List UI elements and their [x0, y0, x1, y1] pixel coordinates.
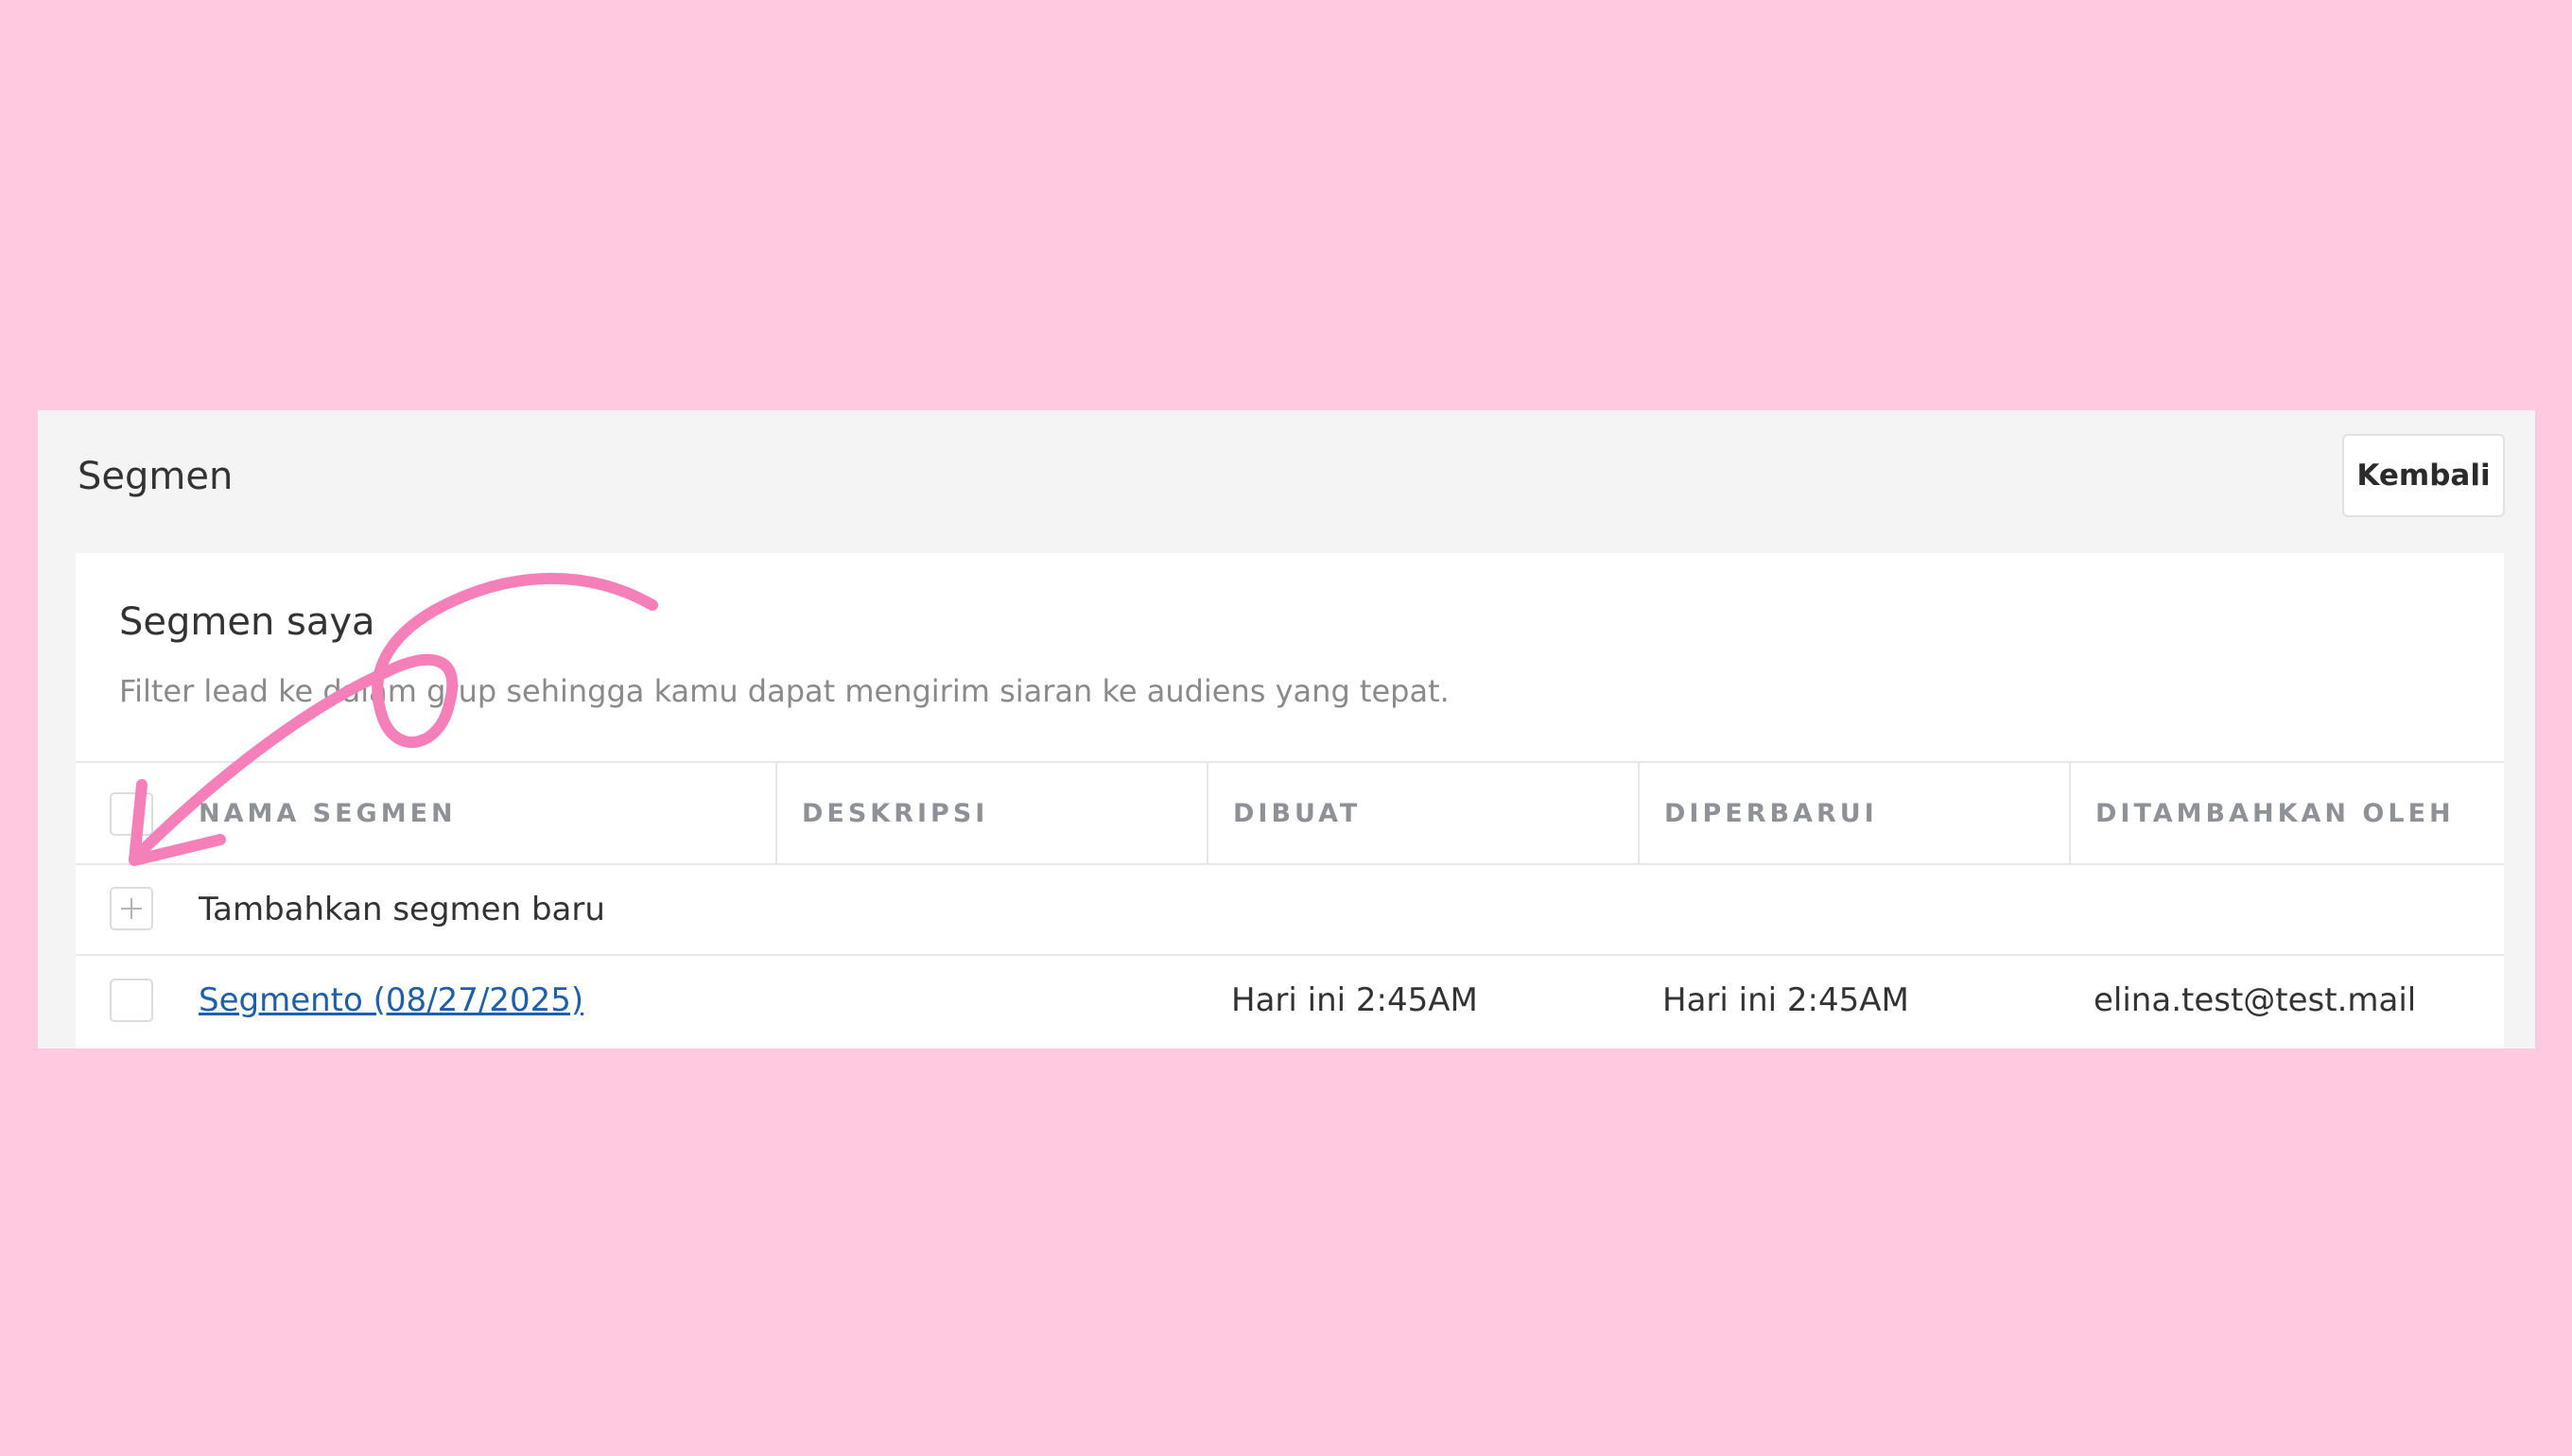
segment-name-link[interactable]: Segmento (08/27/2025)	[199, 981, 583, 1019]
column-header-added-by[interactable]: DITAMBAHKAN OLEH	[2069, 763, 2504, 863]
segments-card: Segmen saya Filter lead ke dalam grup se…	[76, 553, 2504, 1049]
segment-panel: Segmen Kembali Segmen saya Filter lead k…	[38, 410, 2535, 1049]
card-title: Segmen saya	[119, 600, 375, 644]
segment-added-by-cell: elina.test@test.mail	[2094, 981, 2417, 1019]
segments-table: NAMA SEGMEN DESKRIPSI DIBUAT DIPERBARUI …	[76, 761, 2504, 1045]
segment-updated-cell: Hari ini 2:45AM	[1662, 981, 1909, 1019]
segment-name-cell: Segmento (08/27/2025)	[199, 956, 775, 1045]
table-row: Segmento (08/27/2025) Hari ini 2:45AM Ha…	[76, 954, 2504, 1045]
page-title: Segmen	[78, 455, 234, 498]
column-header-name[interactable]: NAMA SEGMEN	[199, 763, 775, 863]
column-header-created[interactable]: DIBUAT	[1207, 763, 1638, 863]
segment-description-cell	[775, 956, 1207, 1045]
select-all-checkbox[interactable]	[110, 792, 153, 836]
add-segment-label[interactable]: Tambahkan segmen baru	[199, 865, 605, 954]
add-segment-row[interactable]: Tambahkan segmen baru	[76, 863, 2504, 954]
segment-created-cell: Hari ini 2:45AM	[1231, 981, 1478, 1019]
column-header-updated[interactable]: DIPERBARUI	[1638, 763, 2069, 863]
plus-icon[interactable]	[110, 887, 153, 930]
card-description: Filter lead ke dalam grup sehingga kamu …	[119, 673, 1450, 709]
back-button[interactable]: Kembali	[2342, 434, 2505, 517]
column-header-description[interactable]: DESKRIPSI	[775, 763, 1207, 863]
row-checkbox[interactable]	[110, 979, 153, 1022]
table-header-row: NAMA SEGMEN DESKRIPSI DIBUAT DIPERBARUI …	[76, 761, 2504, 863]
